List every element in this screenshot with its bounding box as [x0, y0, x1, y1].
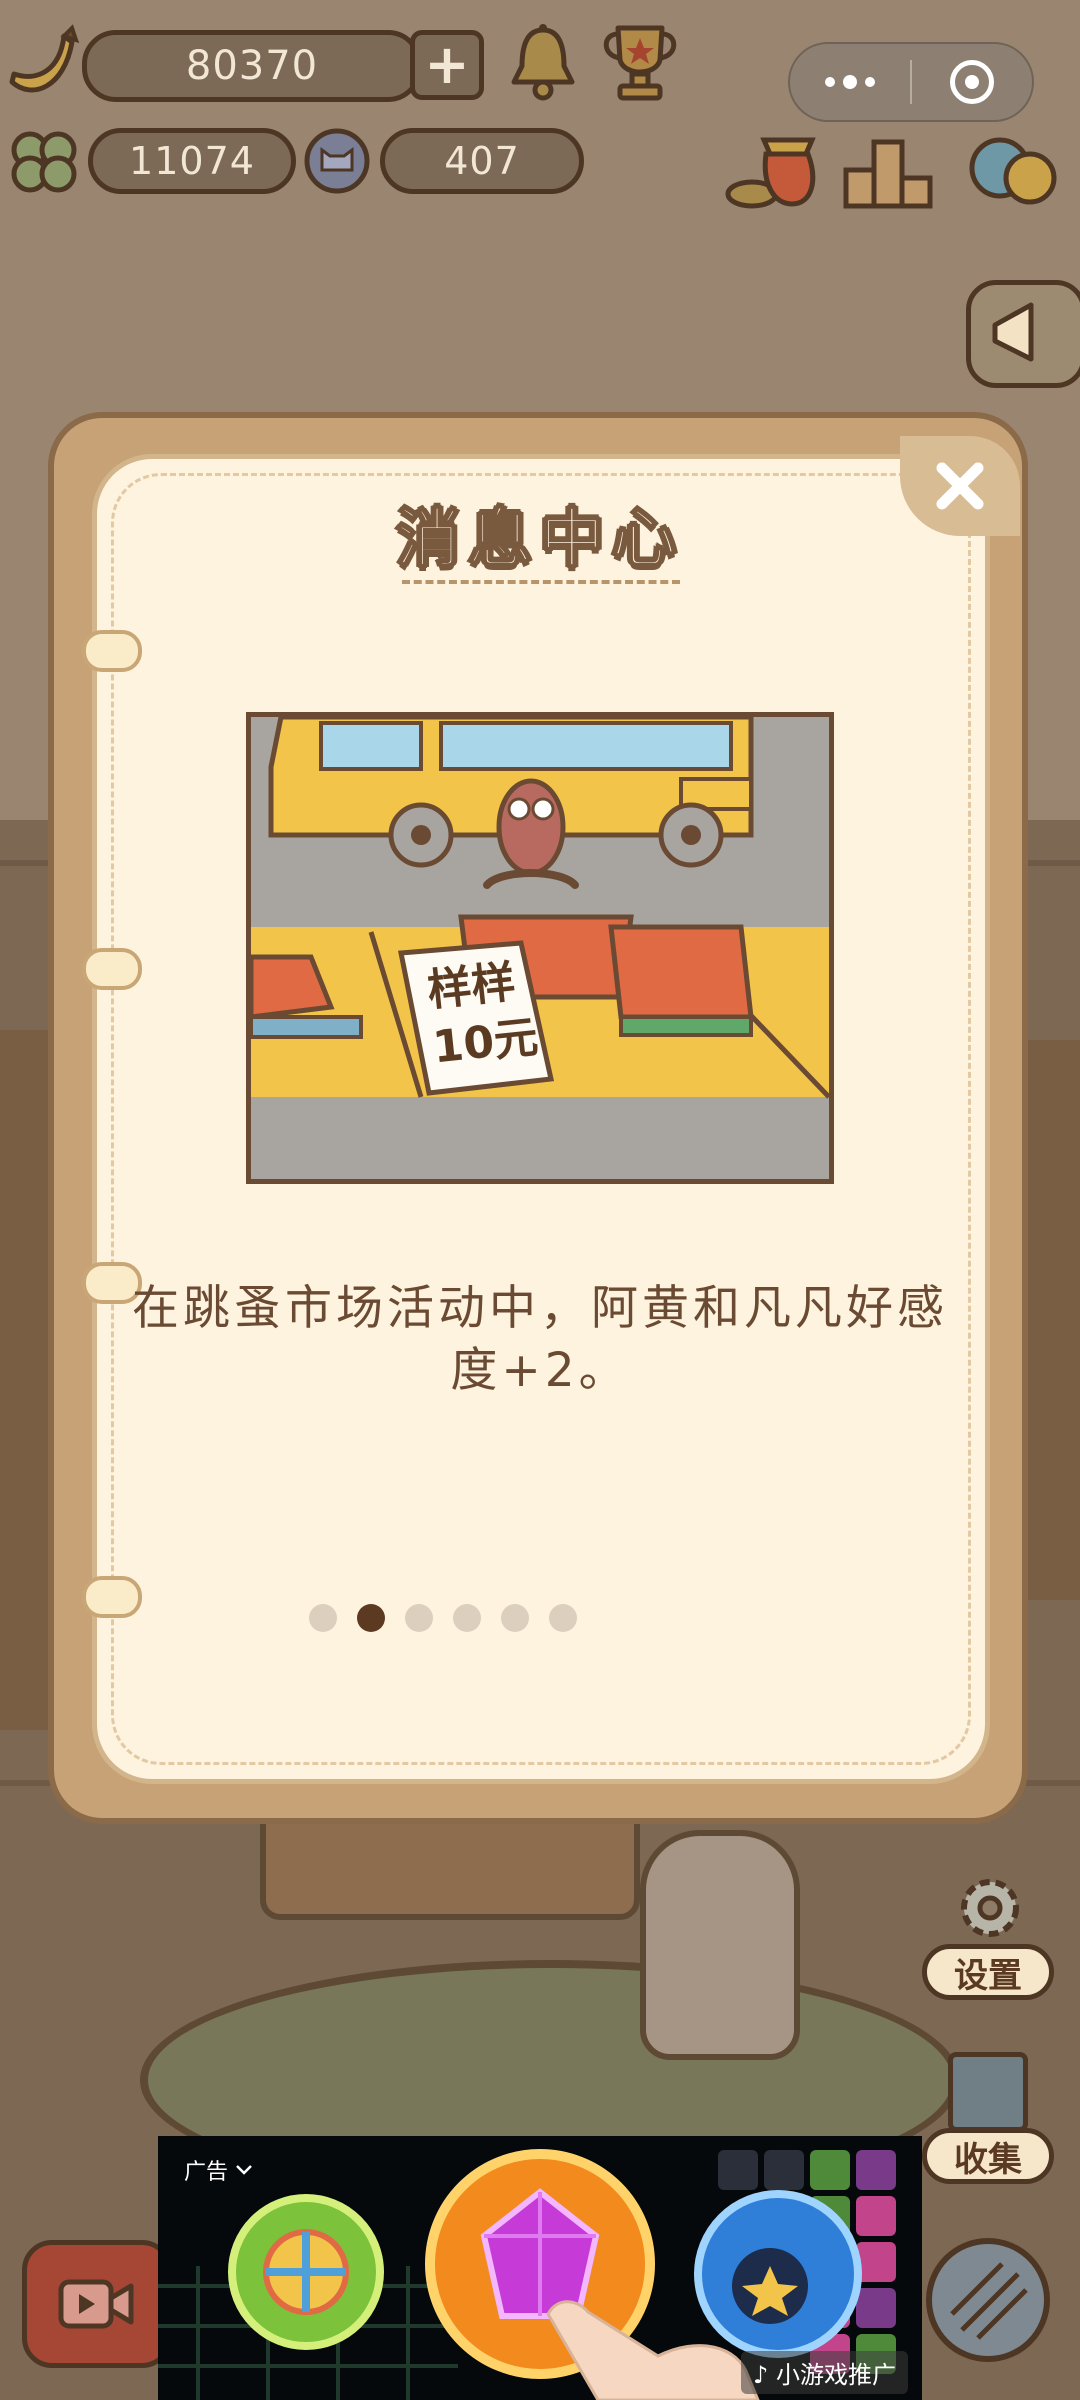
dialog-title: 消息中心 [395, 502, 684, 578]
megaphone-icon [992, 302, 1034, 362]
settings-button[interactable]: 设置 [922, 1944, 1054, 2000]
close-miniprogram-button[interactable] [912, 60, 1032, 104]
gift-bag-icon[interactable] [722, 124, 822, 212]
binder-ring [82, 948, 142, 990]
binder-ring [82, 630, 142, 672]
gear-icon [950, 1868, 1030, 1948]
clover-icon [6, 124, 82, 196]
target-icon [949, 60, 994, 104]
ad-promo-text: 小游戏推广 [776, 2361, 896, 2389]
ad-label-text: 广告 [184, 2160, 229, 2185]
message-illustration: 样样 10元 [246, 712, 834, 1184]
collection-label: 收集 [954, 2139, 1022, 2180]
page-indicator [309, 1604, 577, 1632]
page-dot[interactable] [453, 1604, 481, 1632]
collection-button[interactable]: 收集 [922, 2128, 1054, 2184]
collection-book-icon [948, 2052, 1028, 2132]
price-sign-line1: 样样 [425, 957, 518, 1017]
dot [865, 77, 875, 87]
settings-label: 设置 [954, 1955, 1022, 1996]
message-text: 在跳蚤市场活动中，阿黄和凡凡好感度+2。 [132, 1281, 948, 1398]
plus-icon: + [424, 33, 470, 96]
miniprogram-capsule [788, 42, 1034, 122]
banana-counter: 80370 [82, 30, 422, 102]
clover-counter: 11074 [88, 128, 296, 194]
video-camera-icon [58, 2279, 134, 2329]
cat-coin-counter: 407 [380, 128, 584, 194]
cat-coin-icon [302, 126, 372, 196]
page-dot[interactable] [405, 1604, 433, 1632]
announcement-button[interactable] [966, 280, 1080, 388]
chevron-down-icon [236, 2165, 252, 2175]
page-dot-active[interactable] [357, 1604, 385, 1632]
bell-icon[interactable] [508, 22, 578, 104]
binder-ring [82, 1576, 142, 1618]
more-menu-button[interactable] [790, 75, 910, 89]
yarn-ball-button[interactable] [926, 2238, 1050, 2362]
title-divider [402, 580, 680, 584]
ad-label[interactable]: 广告 [184, 2154, 254, 2186]
add-currency-button[interactable]: + [410, 30, 484, 100]
ad-banner[interactable]: 广告 ♪ 小游戏推广 [158, 2136, 922, 2400]
page-dot[interactable] [501, 1604, 529, 1632]
trophy-icon[interactable] [598, 20, 682, 106]
leaderboard-icon[interactable] [838, 130, 938, 210]
banana-count-text: 80370 [185, 43, 319, 89]
dot [843, 75, 857, 89]
yarn-ball-icon [950, 2262, 1028, 2340]
music-note-icon: ♪ [753, 2361, 769, 2389]
banana-icon [2, 22, 82, 108]
clover-count-text: 11074 [129, 139, 255, 183]
page-dot[interactable] [309, 1604, 337, 1632]
page-dot[interactable] [549, 1604, 577, 1632]
chef-character [640, 1830, 800, 2060]
dot [825, 77, 835, 87]
video-reward-button[interactable] [22, 2240, 172, 2368]
cat-coin-count-text: 407 [444, 139, 520, 183]
ad-promo-tag: ♪ 小游戏推广 [741, 2351, 908, 2394]
friends-icon[interactable] [966, 128, 1060, 212]
